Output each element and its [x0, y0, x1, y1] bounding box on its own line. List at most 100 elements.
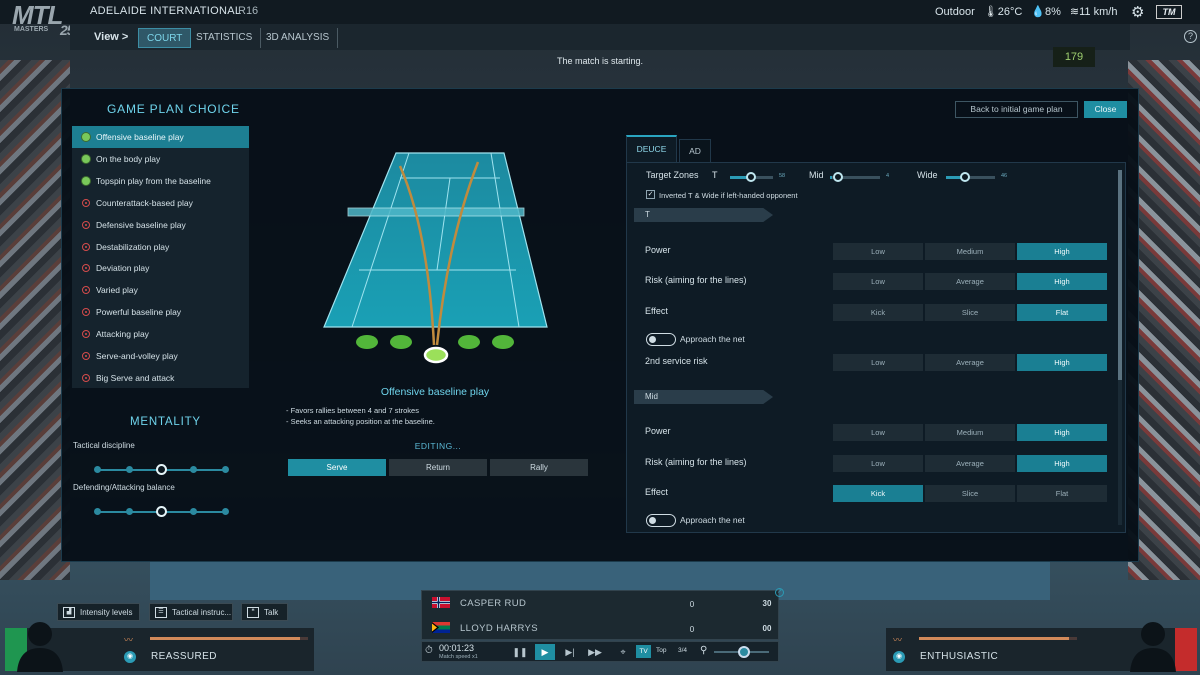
game-plan-item[interactable]: Counterattack-based play [72, 192, 249, 214]
available-dot-icon [82, 133, 90, 141]
target-zone-marker[interactable] [390, 335, 412, 349]
target-zone-slider[interactable] [830, 172, 880, 182]
power-option[interactable]: High [1017, 424, 1107, 441]
effect-option[interactable]: Kick [833, 485, 923, 502]
section-header-t[interactable]: T [634, 208, 773, 222]
mentality-slider[interactable] [93, 506, 229, 517]
game-plan-item[interactable]: Powerful baseline play [72, 301, 249, 323]
edit-return-button[interactable]: Return [389, 459, 487, 476]
target-zone-knob[interactable] [745, 172, 756, 182]
game-plan-item[interactable]: Offensive baseline play [72, 126, 249, 148]
talk-button[interactable]: ❝ Talk [241, 603, 288, 621]
game-plan-item[interactable]: Big Serve and attack [72, 367, 249, 389]
humidity-readout: 💧8% [1031, 6, 1061, 18]
game-plan-item[interactable]: Attacking play [72, 323, 249, 345]
second-service-risk-option[interactable]: High [1017, 354, 1107, 371]
norway-flag-icon [432, 597, 450, 608]
tab-statistics[interactable]: STATISTICS [188, 28, 262, 48]
risk-option[interactable]: High [1017, 273, 1107, 290]
section-header-mid[interactable]: Mid [634, 390, 773, 404]
pause-icon[interactable]: ❚❚ [510, 644, 530, 660]
energy-icon: 〰 [124, 635, 134, 645]
target-zone-marker[interactable] [423, 346, 449, 364]
settings-gear-icon[interactable]: ⚙ [1131, 3, 1144, 21]
zoom-icon: ⚲ [700, 645, 708, 656]
mood-icon: ◉ [893, 651, 905, 663]
back-to-initial-plan-button[interactable]: Back to initial game plan [955, 101, 1078, 118]
three-quarter-view-button[interactable]: 3/4 [678, 647, 687, 654]
risk-option[interactable]: Average [925, 273, 1015, 290]
game-plan-item[interactable]: Serve-and-volley play [72, 345, 249, 367]
edit-serve-button[interactable]: Serve [288, 459, 386, 476]
effect-option[interactable]: Slice [925, 304, 1015, 321]
top-view-button[interactable]: Top [656, 647, 666, 654]
power-option[interactable]: Medium [925, 243, 1015, 260]
target-zone-slider[interactable] [946, 172, 995, 182]
tv-view-button[interactable]: TV [636, 645, 651, 658]
slider-step-knob[interactable] [155, 506, 167, 517]
effect-label: Effect [645, 487, 668, 497]
tab-3d-analysis[interactable]: 3D ANALYSIS [258, 28, 339, 48]
target-zone-marker[interactable] [492, 335, 514, 349]
close-button[interactable]: Close [1084, 101, 1127, 118]
slider-step-knob[interactable] [221, 466, 229, 473]
fast-forward-icon[interactable]: ▶| [560, 644, 580, 660]
slider-step-knob[interactable] [125, 508, 133, 515]
power-option[interactable]: Low [833, 424, 923, 441]
risk-option[interactable]: Low [833, 273, 923, 290]
help-icon[interactable]: ? [1184, 30, 1197, 43]
power-option[interactable]: High [1017, 243, 1107, 260]
intensity-levels-button[interactable]: ▟ Intensity levels [57, 603, 140, 621]
tab-ad[interactable]: AD [679, 139, 711, 162]
game-plan-item[interactable]: Topspin play from the baseline [72, 170, 249, 192]
second-service-risk-option[interactable]: Average [925, 354, 1015, 371]
approach-net-toggle[interactable] [646, 333, 676, 346]
slider-step-knob[interactable] [189, 466, 197, 473]
match-speed-label: Match speed x1 [439, 654, 478, 660]
wind-readout: ≋11 km/h [1069, 6, 1118, 18]
target-zone-marker[interactable] [458, 335, 480, 349]
tactical-instructions-button[interactable]: ☰ Tactical instruc... [149, 603, 233, 621]
target-zone-slider[interactable] [730, 172, 773, 182]
editing-label: EDITING... [414, 441, 462, 451]
effect-option[interactable]: Flat [1017, 485, 1107, 502]
effect-option[interactable]: Flat [1017, 304, 1107, 321]
risk-option[interactable]: Average [925, 455, 1015, 472]
skip-forward-icon[interactable]: ▶▶ [585, 644, 605, 660]
plan-description-line: - Favors rallies between 4 and 7 strokes [286, 406, 419, 415]
slider-step-knob[interactable] [189, 508, 197, 515]
target-zone-label: Mid [809, 170, 824, 180]
power-option[interactable]: Low [833, 243, 923, 260]
inverted-zones-checkbox[interactable]: ✓ [646, 190, 655, 199]
approach-net-toggle[interactable] [646, 514, 676, 527]
play-icon[interactable]: ▶ [535, 644, 555, 660]
power-option[interactable]: Medium [925, 424, 1015, 441]
slider-step-knob[interactable] [125, 466, 133, 473]
effect-option[interactable]: Kick [833, 304, 923, 321]
second-service-risk-option[interactable]: Low [833, 354, 923, 371]
camera-icon[interactable]: ⌖ [613, 644, 633, 660]
settings-scrollbar-thumb[interactable] [1118, 170, 1122, 380]
game-plan-item[interactable]: Defensive baseline play [72, 214, 249, 236]
power-label: Power [645, 426, 671, 436]
slider-step-knob[interactable] [221, 508, 229, 515]
available-dot-icon [82, 154, 90, 163]
game-plan-item[interactable]: Destabilization play [72, 236, 249, 258]
risk-option[interactable]: Low [833, 455, 923, 472]
game-plan-item[interactable]: Varied play [72, 279, 249, 301]
clipboard-icon: ☰ [155, 607, 167, 618]
locked-dot-icon [82, 352, 90, 360]
slider-step-knob[interactable] [93, 508, 101, 515]
slider-step-knob[interactable] [155, 464, 167, 475]
mentality-slider[interactable] [93, 464, 229, 475]
risk-label: Risk (aiming for the lines) [645, 275, 747, 285]
game-plan-item[interactable]: On the body play [72, 148, 249, 170]
tab-court[interactable]: COURT [138, 28, 192, 48]
risk-option[interactable]: High [1017, 455, 1107, 472]
tab-deuce[interactable]: DEUCE [626, 135, 677, 162]
edit-rally-button[interactable]: Rally [490, 459, 588, 476]
effect-option[interactable]: Slice [925, 485, 1015, 502]
game-plan-item[interactable]: Deviation play [72, 257, 249, 279]
target-zone-marker[interactable] [356, 335, 378, 349]
slider-step-knob[interactable] [93, 466, 101, 473]
